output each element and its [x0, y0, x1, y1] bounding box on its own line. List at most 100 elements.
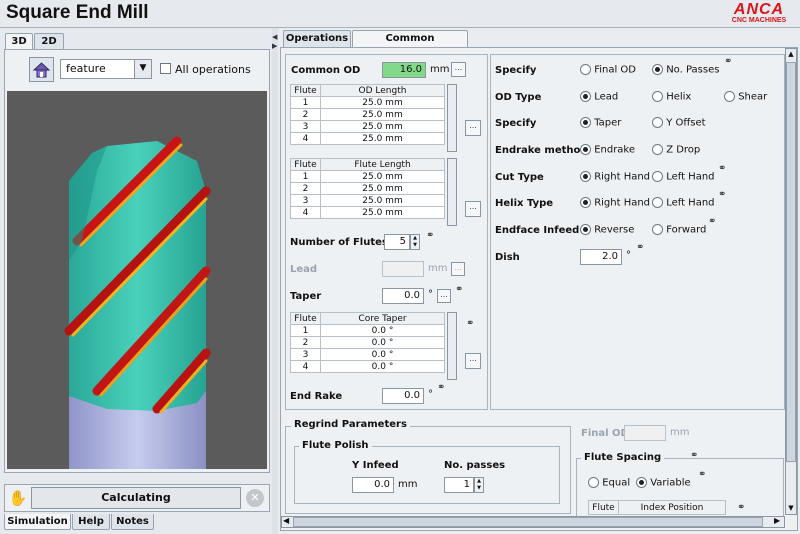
flute-table-header-flute: Flute — [290, 158, 321, 171]
scroll-right-icon[interactable]: ▶ — [774, 516, 780, 525]
dish-input[interactable]: 2.0 — [580, 249, 622, 265]
radio-icon — [652, 91, 663, 102]
core-table-header-taper: Core Taper — [320, 312, 445, 325]
all-operations-checkbox[interactable] — [160, 63, 171, 74]
link-icon[interactable]: ⚭ — [426, 230, 434, 241]
end-rake-input[interactable]: 0.0 — [382, 388, 424, 404]
lead-more-button: ... — [451, 262, 465, 276]
radio-label: Final OD — [594, 64, 636, 76]
tab-notes[interactable]: Notes — [111, 514, 154, 530]
calculating-button[interactable]: Calculating — [31, 487, 241, 509]
tab-simulation[interactable]: Simulation — [4, 514, 71, 530]
table-row[interactable]: 3 0.0 ° — [290, 348, 445, 361]
tab-2d[interactable]: 2D — [34, 33, 64, 49]
no-passes-radio[interactable]: No. Passes — [652, 64, 719, 76]
equal-radio[interactable]: Equal — [588, 477, 630, 489]
core-table-scrollbar[interactable] — [447, 312, 457, 380]
3d-viewport[interactable] — [7, 91, 267, 469]
number-of-flutes-spinner[interactable]: ▲ ▼ — [410, 234, 420, 250]
no-passes-spinner[interactable]: ▲ ▼ — [474, 477, 484, 493]
lead-radio[interactable]: Lead — [580, 91, 618, 103]
od-table-more-button[interactable]: ... — [465, 120, 481, 136]
flute-table-more-button[interactable]: ... — [465, 201, 481, 217]
flute-table-scrollbar[interactable] — [447, 158, 457, 226]
link-icon[interactable]: ⚭ — [737, 502, 745, 513]
horizontal-scroll-thumb[interactable] — [293, 517, 763, 527]
table-row[interactable]: 1 25.0 mm — [290, 96, 445, 109]
common-od-more-button[interactable]: ... — [451, 62, 466, 77]
collapse-right-icon[interactable]: ▶ — [272, 42, 278, 50]
link-icon[interactable]: ⚭ — [690, 450, 698, 461]
link-icon[interactable]: ⚭ — [708, 216, 716, 227]
radio-label: Variable — [650, 477, 691, 489]
regrind-title: Regrind Parameters — [291, 419, 410, 430]
tab-operations[interactable]: Operations — [283, 30, 351, 47]
scroll-down-icon[interactable]: ▼ — [786, 504, 796, 512]
table-row[interactable]: 3 25.0 mm — [290, 194, 445, 207]
table-row[interactable]: 4 25.0 mm — [290, 132, 445, 145]
table-row[interactable]: 1 25.0 mm — [290, 170, 445, 183]
reverse-radio[interactable]: Reverse — [580, 224, 634, 236]
table-row[interactable]: 2 0.0 ° — [290, 336, 445, 349]
cut-left-hand-radio[interactable]: Left Hand — [652, 171, 715, 183]
specify-label: Specify — [495, 65, 537, 76]
table-row[interactable]: 2 25.0 mm — [290, 182, 445, 195]
table-cell: 25.0 mm — [320, 182, 445, 195]
y-infeed-input[interactable]: 0.0 — [352, 477, 394, 493]
link-icon[interactable]: ⚭ — [466, 318, 474, 329]
hand-icon[interactable]: ✋ — [8, 488, 28, 508]
link-icon[interactable]: ⚭ — [437, 382, 445, 393]
forward-radio[interactable]: Forward — [652, 224, 706, 236]
stop-icon[interactable]: ✕ — [246, 489, 264, 507]
shear-radio[interactable]: Shear — [724, 91, 767, 103]
tab-common-parameters[interactable]: Common Parameters — [352, 30, 468, 59]
variable-radio[interactable]: Variable — [636, 477, 691, 489]
link-icon[interactable]: ⚭ — [455, 284, 463, 295]
scroll-left-icon[interactable]: ◀ — [283, 516, 289, 525]
table-cell: 25.0 mm — [320, 206, 445, 219]
y-offset-radio[interactable]: Y Offset — [652, 117, 706, 129]
collapse-left-icon[interactable]: ◀ — [272, 33, 278, 41]
scroll-up-icon[interactable]: ▲ — [786, 50, 796, 58]
taper-more-button[interactable]: ... — [437, 289, 451, 303]
flute-polish-title: Flute Polish — [299, 440, 372, 451]
chevron-down-icon[interactable]: ▼ — [134, 60, 151, 78]
helix-radio[interactable]: Helix — [652, 91, 691, 103]
table-row[interactable]: 1 0.0 ° — [290, 324, 445, 337]
link-icon[interactable]: ⚭ — [724, 56, 732, 67]
link-icon[interactable]: ⚭ — [698, 469, 706, 480]
cut-right-hand-radio[interactable]: Right Hand — [580, 171, 650, 183]
radio-icon — [580, 117, 591, 128]
link-icon[interactable]: ⚭ — [636, 242, 644, 253]
no-passes-input[interactable]: 1 — [444, 477, 474, 493]
final-od-radio[interactable]: Final OD — [580, 64, 636, 76]
taper-radio[interactable]: Taper — [580, 117, 621, 129]
number-of-flutes-input[interactable]: 5 — [384, 234, 410, 250]
table-row[interactable]: 3 25.0 mm — [290, 120, 445, 133]
splitter[interactable] — [272, 28, 278, 534]
radio-label: Shear — [738, 91, 768, 103]
table-cell: 25.0 mm — [320, 96, 445, 109]
radio-label: Lead — [594, 91, 619, 103]
link-icon[interactable]: ⚭ — [718, 163, 726, 174]
link-icon[interactable]: ⚭ — [718, 189, 726, 200]
table-cell: 4 — [290, 360, 321, 373]
helix-left-hand-radio[interactable]: Left Hand — [652, 197, 715, 209]
tab-3d[interactable]: 3D — [5, 33, 33, 49]
table-row[interactable]: 4 0.0 ° — [290, 360, 445, 373]
helix-right-hand-radio[interactable]: Right Hand — [580, 197, 650, 209]
core-table-more-button[interactable]: ... — [465, 353, 481, 369]
vertical-scroll-thumb[interactable] — [786, 62, 796, 462]
z-drop-radio[interactable]: Z Drop — [652, 144, 700, 156]
common-od-input[interactable]: 16.0 — [382, 62, 426, 78]
endrake-radio[interactable]: Endrake — [580, 144, 635, 156]
od-table-scrollbar[interactable] — [447, 84, 457, 152]
radio-label: No. Passes — [666, 64, 720, 76]
tab-help[interactable]: Help — [72, 514, 110, 530]
home-icon — [32, 62, 51, 78]
table-row[interactable]: 2 25.0 mm — [290, 108, 445, 121]
lead-input — [382, 261, 424, 277]
home-button[interactable] — [29, 57, 54, 82]
table-row[interactable]: 4 25.0 mm — [290, 206, 445, 219]
taper-input[interactable]: 0.0 — [382, 288, 424, 304]
